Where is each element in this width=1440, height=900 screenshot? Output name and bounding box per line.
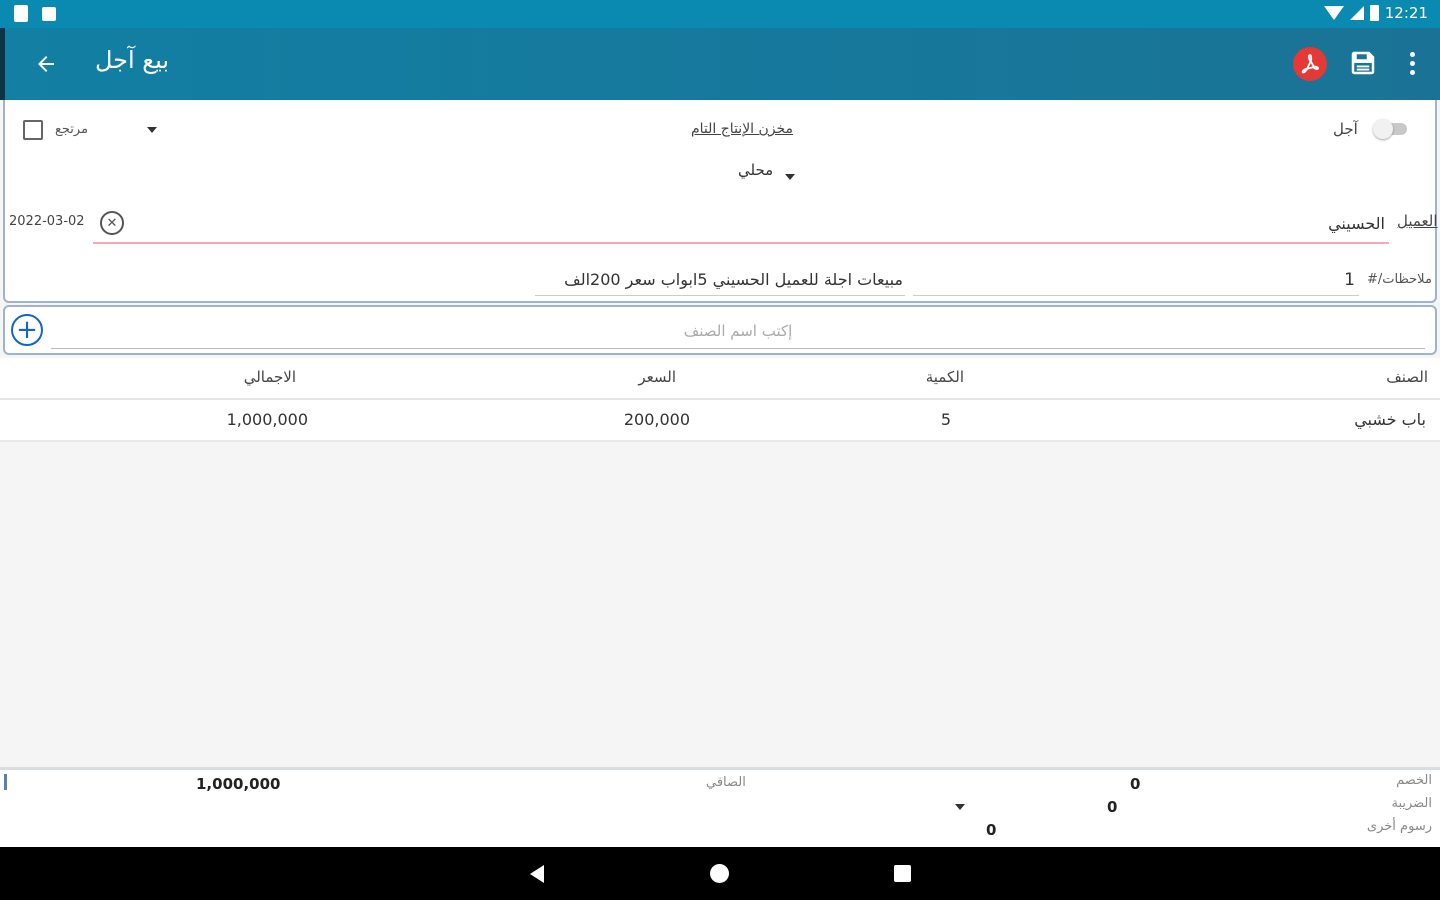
status-time: 12:21	[1384, 4, 1428, 22]
row-item: باب خشبي	[1354, 410, 1426, 429]
save-icon	[1351, 51, 1375, 75]
battery-icon	[1369, 5, 1379, 21]
return-label: مرتجع	[55, 122, 89, 137]
chevron-down-icon[interactable]	[147, 127, 157, 133]
pdf-icon	[1301, 54, 1319, 74]
page-title: بيع آجل	[95, 46, 170, 74]
store-link[interactable]: مخزن الإنتاج التام	[691, 121, 793, 137]
net-value: 1,000,000	[196, 775, 281, 793]
discount-label: الخصم	[1396, 773, 1432, 788]
notification-icon	[42, 7, 56, 21]
scroll-indicator	[4, 774, 7, 790]
export-pdf-button[interactable]	[1293, 47, 1327, 81]
column-item: الصنف	[1386, 368, 1428, 386]
net-label: الصافي	[706, 775, 746, 790]
chevron-down-icon[interactable]	[785, 174, 795, 180]
row-price: 200,000	[623, 410, 690, 429]
row-qty: 5	[940, 410, 951, 429]
system-icons: 12:21	[1323, 4, 1428, 22]
plus-icon: +	[16, 315, 38, 345]
nav-recents-icon[interactable]	[894, 865, 911, 882]
status-bar: 12:21	[0, 0, 1440, 28]
tax-value[interactable]: 0	[1107, 798, 1117, 816]
deferred-toggle[interactable]	[1373, 119, 1407, 139]
invoice-number-field[interactable]	[913, 264, 1359, 296]
type-select[interactable]: محلي	[738, 161, 773, 179]
chevron-down-icon[interactable]	[955, 804, 965, 810]
save-button[interactable]	[1348, 48, 1378, 78]
signal-icon	[1349, 6, 1364, 20]
item-search-bar: +	[3, 305, 1437, 355]
column-qty: الكمية	[925, 368, 964, 386]
notes-label: #/ملاحظات	[1367, 272, 1432, 287]
notes-field[interactable]	[535, 264, 905, 296]
discount-value[interactable]: 0	[1130, 775, 1140, 793]
invoice-date[interactable]: 2022-03-02	[9, 214, 85, 229]
totals-footer: 1,000,000 الصافي 0 الخصم 0 الضريبة 0 رسو…	[0, 767, 1440, 847]
customer-input[interactable]	[93, 204, 1389, 244]
column-total: الاجمالي	[243, 368, 296, 386]
more-vert-icon	[1409, 51, 1415, 57]
invoice-header: مرتجع مخزن الإنتاج التام آجل محلي 2022-0…	[3, 100, 1438, 303]
item-search-input[interactable]	[51, 313, 1425, 349]
other-fees-value[interactable]: 0	[986, 821, 996, 839]
sd-card-icon	[14, 5, 28, 22]
more-options-button[interactable]	[1401, 48, 1423, 78]
table-row[interactable]: باب خشبي 5 200,000 1,000,000	[0, 400, 1440, 442]
add-item-button[interactable]: +	[11, 314, 43, 346]
deferred-label: آجل	[1333, 120, 1358, 138]
arrow-left-icon	[38, 56, 54, 72]
wifi-icon	[1323, 6, 1344, 20]
column-price: السعر	[638, 368, 676, 386]
nav-home-icon[interactable]	[710, 864, 729, 883]
row-total: 1,000,000	[226, 410, 308, 429]
items-table: الصنف الكمية السعر الاجمالي باب خشبي 5 2…	[0, 358, 1440, 442]
system-nav-bar	[0, 847, 1440, 900]
back-button[interactable]	[27, 46, 65, 82]
customer-label: العميل	[1397, 212, 1438, 230]
notification-icons	[14, 5, 56, 22]
app-bar: بيع آجل	[0, 28, 1440, 100]
table-header: الصنف الكمية السعر الاجمالي	[0, 358, 1440, 400]
nav-back-icon[interactable]	[530, 865, 544, 883]
return-checkbox[interactable]	[23, 120, 43, 140]
tax-label: الضريبة	[1391, 796, 1432, 811]
other-fees-label: رسوم أخرى	[1366, 819, 1432, 834]
